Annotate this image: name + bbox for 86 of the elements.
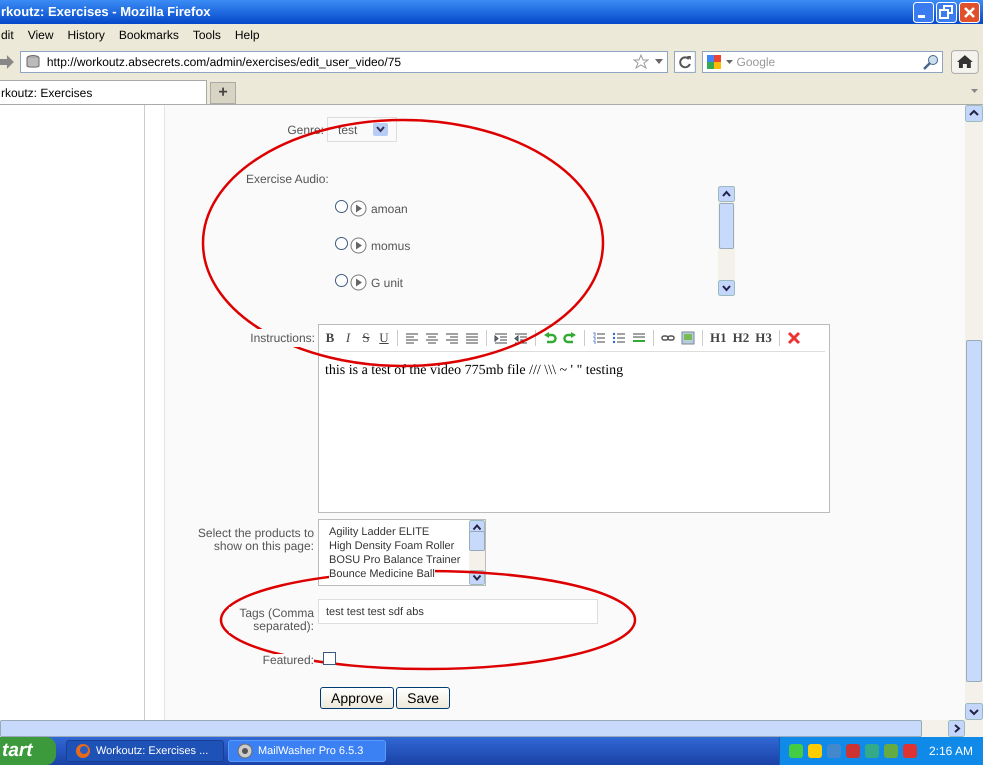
list-option[interactable]: High Density Foam Roller	[329, 539, 454, 553]
scroll-up-icon[interactable]	[965, 105, 983, 122]
field-label: Tags (Comma separated):	[229, 607, 314, 633]
scroll-thumb[interactable]	[966, 340, 982, 682]
scrollbar[interactable]	[469, 520, 485, 585]
list-option[interactable]: Agility Ladder ELITE	[329, 525, 430, 539]
field-label: Featured:	[262, 654, 314, 667]
page-scrollbar[interactable]	[965, 105, 983, 720]
genre-select[interactable]: test	[327, 117, 397, 142]
format-button[interactable]: I	[341, 328, 355, 348]
align-right-icon[interactable]	[445, 331, 459, 345]
field-label: Exercise Audio:	[246, 171, 330, 188]
justify-icon[interactable]	[465, 331, 479, 345]
image-icon[interactable]	[681, 331, 695, 345]
reload-icon[interactable]	[674, 51, 696, 73]
bullet-list-icon[interactable]	[612, 331, 626, 345]
indent-icon[interactable]	[494, 331, 508, 345]
align-center-icon[interactable]	[425, 331, 439, 345]
close-icon[interactable]	[959, 2, 980, 22]
horizontal-rule-icon[interactable]	[632, 331, 646, 345]
menu-item[interactable]: Help	[234, 26, 260, 44]
start-button[interactable]: tart	[0, 737, 56, 765]
remove-format-icon[interactable]	[786, 331, 801, 345]
menu-item[interactable]: History	[67, 26, 105, 44]
form-button[interactable]: Save	[396, 687, 450, 709]
radio-button[interactable]	[335, 237, 348, 250]
scrollbar[interactable]	[718, 186, 735, 296]
forward-icon[interactable]	[0, 55, 14, 69]
form-button[interactable]: Approve	[320, 687, 394, 709]
tab[interactable]: rkoutz: Exercises	[0, 80, 207, 104]
product-list[interactable]: Agility Ladder ELITE High Density Foam Roller BOSU Pro Balance Trainer Bounce Medicine Ball	[318, 519, 486, 586]
scroll-right-icon[interactable]	[948, 720, 965, 737]
tab-list-icon[interactable]	[971, 89, 978, 94]
radio-button[interactable]	[335, 274, 348, 287]
audio-name: amoan	[371, 200, 408, 218]
scroll-down-icon[interactable]	[965, 703, 983, 720]
format-button[interactable]: U	[377, 328, 391, 348]
window-title: rkoutz: Exercises - Mozilla Firefox	[0, 3, 211, 22]
checkbox[interactable]	[323, 652, 336, 665]
taskbar-button[interactable]: MailWasher Pro 6.5.3	[228, 740, 386, 762]
format-button[interactable]: B	[323, 328, 337, 348]
search-field[interactable]: Google	[736, 53, 920, 71]
search-icon[interactable]	[923, 54, 940, 70]
audio-name: momus	[371, 238, 410, 254]
bookmark-star-icon[interactable]	[632, 54, 649, 70]
undo-icon[interactable]	[543, 331, 557, 345]
field-label: Instructions:	[250, 329, 315, 347]
menu-item[interactable]: Bookmarks	[118, 26, 179, 44]
audio-name: G unit	[371, 274, 404, 292]
menu-item[interactable]: dit	[1, 26, 14, 44]
scroll-thumb[interactable]	[469, 530, 485, 550]
search-engine-icon[interactable]	[706, 54, 722, 70]
play-icon[interactable]	[350, 200, 367, 217]
dropdown-icon[interactable]	[373, 123, 388, 136]
site-icon	[24, 54, 41, 70]
app-icon	[75, 743, 91, 759]
redo-icon[interactable]	[563, 331, 577, 345]
dropdown-icon[interactable]	[726, 60, 733, 64]
address-bar[interactable]: http://workoutz.absecrets.com/admin/exercises/edit_user_video/75	[20, 51, 668, 73]
home-icon[interactable]	[951, 50, 979, 74]
scroll-down-icon[interactable]	[718, 280, 735, 296]
scroll-up-icon[interactable]	[718, 186, 735, 202]
new-tab-button[interactable]: +	[210, 82, 236, 104]
clock: 2:16 AM	[928, 743, 973, 760]
url-text: http://workoutz.absecrets.com/admin/exercises/edit_user_video/75	[46, 54, 402, 71]
format-button[interactable]: H2	[732, 328, 750, 348]
dropdown-icon[interactable]	[654, 59, 663, 65]
radio-button[interactable]	[335, 200, 348, 213]
app-icon	[237, 743, 253, 759]
format-button[interactable]: H1	[709, 328, 728, 348]
restore-icon[interactable]	[936, 2, 957, 22]
play-icon[interactable]	[350, 274, 367, 291]
menu-item[interactable]: Tools	[192, 26, 221, 44]
minimize-icon[interactable]	[913, 2, 934, 22]
numbered-list-icon[interactable]	[592, 331, 606, 345]
format-button[interactable]: H3	[754, 328, 773, 348]
list-option[interactable]: Bounce Medicine Ball	[329, 567, 435, 581]
scroll-thumb[interactable]	[719, 203, 734, 249]
play-icon[interactable]	[350, 237, 367, 254]
format-button[interactable]: S	[359, 328, 373, 348]
menu-item[interactable]: View	[28, 26, 54, 44]
tags-field[interactable]: test test test sdf abs	[318, 599, 598, 624]
outdent-icon[interactable]	[514, 331, 528, 345]
search-box[interactable]: Google	[702, 51, 944, 73]
taskbar-button[interactable]: Workoutz: Exercises ...	[66, 740, 224, 762]
align-left-icon[interactable]	[405, 331, 419, 345]
